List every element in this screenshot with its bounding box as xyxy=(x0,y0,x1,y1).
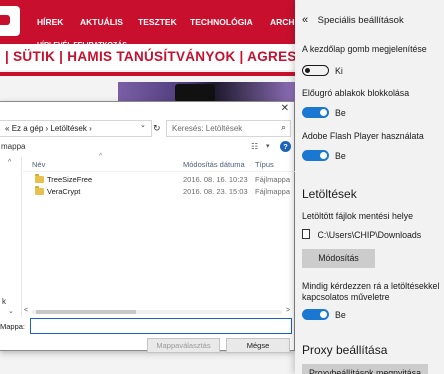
hero-phone-image xyxy=(175,84,215,102)
close-icon[interactable]: ✕ xyxy=(281,103,289,114)
breadcrumb-computer[interactable]: Ez a gép xyxy=(12,124,44,133)
list-item[interactable]: TreeSizeFree 2016. 08. 16. 10:23 Fájlmap… xyxy=(23,174,295,186)
flash-state: Be xyxy=(335,151,346,161)
navigation-pane[interactable]: ^ k xyxy=(0,157,22,317)
cancel-button[interactable]: Mégse xyxy=(226,338,290,353)
flash-toggle[interactable] xyxy=(302,150,329,161)
file-date: 2016. 08. 16. 10:23 xyxy=(183,175,248,184)
file-name: VeraCrypt xyxy=(47,187,81,196)
folder-field-label: Mappa: xyxy=(0,322,26,331)
advanced-settings-panel: « Speciális beállítások A kezdőlap gomb … xyxy=(295,0,444,374)
proxy-heading: Proxy beállítása xyxy=(302,343,388,357)
refresh-icon[interactable]: ↻ xyxy=(153,123,161,134)
site-top-navigation: HÍREK AKTUÁLIS TESZTEK TECHNOLÓGIA ARCH xyxy=(0,0,295,44)
folder-icon xyxy=(35,174,44,183)
subnav-topics[interactable]: | SÜTIK | HAMIS TANÚSÍTVÁNYOK | AGRESSZÍ… xyxy=(5,49,295,64)
open-proxy-settings-button[interactable]: Proxybeállítások megnyitása xyxy=(302,364,428,374)
scroll-right-icon[interactable]: > xyxy=(286,307,290,314)
file-type: Fájlmappa xyxy=(255,187,291,196)
change-download-location-button[interactable]: Módosítás xyxy=(302,249,375,268)
downloads-heading: Letöltések xyxy=(302,187,357,201)
search-input[interactable]: Keresés: Letöltések ⌕ xyxy=(166,120,291,137)
ask-download-action-toggle[interactable] xyxy=(302,309,329,320)
download-path: C:\Users\CHIP\Downloads xyxy=(317,230,422,240)
scroll-down-icon[interactable]: ⌄ xyxy=(8,307,14,315)
file-name: TreeSizeFree xyxy=(47,175,93,184)
file-list-header: Név ^ Módosítás dátuma Típus xyxy=(23,153,295,172)
column-header-type[interactable]: Típus xyxy=(255,160,274,169)
address-bar[interactable]: « Ez a gép › Letöltések › xyxy=(0,120,152,137)
popup-blocker-setting-label: Előugró ablakok blokkolása xyxy=(302,88,410,98)
folder-name-field[interactable] xyxy=(30,318,292,334)
back-icon[interactable]: « xyxy=(302,14,308,26)
sort-ascending-icon: ^ xyxy=(99,153,103,160)
nav-item-hirek[interactable]: HÍREK xyxy=(37,17,63,27)
breadcrumb-separator-icon: › xyxy=(89,124,92,133)
newsletter-signup-link[interactable]: HÍRLEVÉL FELIRATKOZÁS xyxy=(37,42,127,49)
search-placeholder: Keresés: Letöltések xyxy=(172,124,243,133)
column-header-date[interactable]: Módosítás dátuma xyxy=(183,160,245,169)
file-type: Fájlmappa xyxy=(255,175,291,184)
horizontal-scrollbar[interactable]: ⌄ < > xyxy=(0,307,295,317)
breadcrumb-separator-icon: › xyxy=(45,124,49,133)
home-button-toggle[interactable] xyxy=(302,65,329,76)
list-item[interactable]: VeraCrypt 2016. 08. 23. 15:03 Fájlmappa xyxy=(23,186,295,198)
address-row: « Ez a gép › Letöltések › ⌄ ↻ Keresés: L… xyxy=(0,120,295,138)
save-location-label: Letöltött fájlok mentési helye xyxy=(302,211,414,221)
page-title: Speciális beállítások xyxy=(317,15,404,26)
ask-download-action-state: Be xyxy=(335,310,346,320)
scrollbar-thumb[interactable] xyxy=(36,310,136,314)
scroll-left-icon[interactable]: < xyxy=(24,307,28,314)
settings-header: « Speciális beállítások xyxy=(302,14,404,26)
select-folder-button[interactable]: Mappaválasztás xyxy=(147,338,220,353)
chevron-down-icon[interactable]: ▾ xyxy=(266,142,270,150)
nav-item-archivum[interactable]: ARCH xyxy=(270,17,295,27)
chevron-down-icon[interactable]: ⌄ xyxy=(140,121,146,129)
new-folder-button[interactable]: mappa xyxy=(1,142,25,151)
folder-icon xyxy=(35,186,44,195)
site-logo[interactable] xyxy=(0,6,20,36)
divider xyxy=(0,72,295,76)
home-button-state: Ki xyxy=(335,66,343,76)
scroll-up-icon[interactable]: ^ xyxy=(8,159,11,166)
nav-item-tesztek[interactable]: TESZTEK xyxy=(138,17,177,27)
home-button-setting-label: A kezdőlap gomb megjelenítése xyxy=(302,44,427,54)
dialog-toolbar: mappa ☷ ▾ ? xyxy=(0,141,295,155)
breadcrumb-downloads[interactable]: Letöltések xyxy=(50,124,86,133)
folder-picker-dialog: ✕ « Ez a gép › Letöltések › ⌄ ↻ Keresés:… xyxy=(0,101,295,353)
search-icon[interactable]: ⌕ xyxy=(281,122,286,133)
nav-pane-item[interactable]: k xyxy=(2,297,6,306)
file-date: 2016. 08. 23. 15:03 xyxy=(183,187,248,196)
popup-blocker-state: Be xyxy=(335,108,346,118)
path-overflow-icon[interactable]: « xyxy=(5,124,9,133)
nav-item-technologia[interactable]: TECHNOLÓGIA xyxy=(190,17,253,27)
ask-download-action-label: Mindig kérdezzen rá a letöltésekkel kapc… xyxy=(302,281,440,302)
view-options-icon[interactable]: ☷ xyxy=(251,142,258,151)
column-header-name[interactable]: Név xyxy=(32,160,45,169)
nav-item-aktualis[interactable]: AKTUÁLIS xyxy=(80,17,123,27)
download-path-row: C:\Users\CHIP\Downloads xyxy=(302,229,421,240)
help-icon[interactable]: ? xyxy=(280,141,291,152)
flash-setting-label: Adobe Flash Player használata xyxy=(302,131,424,141)
document-icon xyxy=(302,229,310,239)
popup-blocker-toggle[interactable] xyxy=(302,107,329,118)
